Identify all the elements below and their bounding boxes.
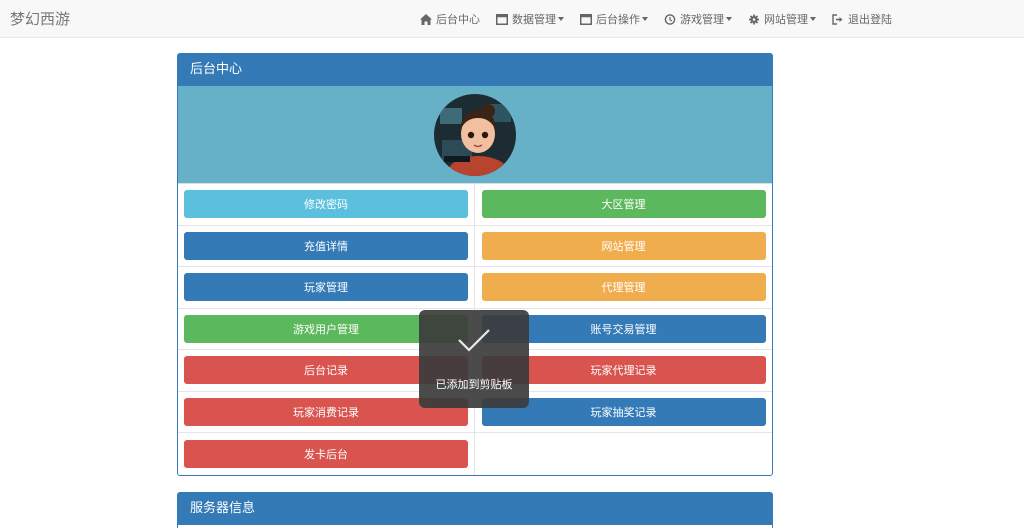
button-cell: 大区管理 bbox=[475, 184, 772, 226]
logout-icon bbox=[832, 13, 844, 25]
action-button[interactable]: 代理管理 bbox=[481, 273, 766, 302]
action-button[interactable]: 发卡后台 bbox=[184, 439, 468, 468]
top-navbar: 梦幻西游 后台中心 数据管理 后台操作 游戏管理 网站管理 退出登陆 bbox=[0, 0, 1024, 38]
avatar bbox=[434, 94, 516, 176]
check-icon bbox=[457, 328, 491, 356]
nav-item-label: 后台操作 bbox=[596, 13, 640, 26]
button-cell: 修改密码 bbox=[178, 184, 475, 226]
nav-item-label: 退出登陆 bbox=[848, 13, 892, 26]
action-button[interactable]: 修改密码 bbox=[184, 190, 468, 219]
clipboard-toast: 已添加到剪贴板 bbox=[419, 310, 529, 408]
chevron-down-icon bbox=[726, 17, 732, 21]
nav-item-game-management[interactable]: 游戏管理 bbox=[664, 11, 732, 27]
nav-item-dashboard[interactable]: 后台中心 bbox=[420, 11, 480, 27]
action-button[interactable]: 玩家管理 bbox=[184, 273, 468, 302]
toast-message: 已添加到剪贴板 bbox=[435, 378, 513, 391]
nav-item-data-management[interactable]: 数据管理 bbox=[496, 11, 564, 27]
panel-title: 后台中心 bbox=[178, 54, 772, 86]
chevron-down-icon bbox=[810, 17, 816, 21]
window-icon bbox=[580, 13, 592, 25]
button-cell: 发卡后台 bbox=[178, 433, 475, 475]
nav-item-site-management[interactable]: 网站管理 bbox=[748, 11, 816, 27]
home-icon bbox=[420, 13, 432, 25]
button-cell: 充值详情 bbox=[178, 225, 475, 267]
nav-item-logout[interactable]: 退出登陆 bbox=[832, 11, 892, 27]
server-info-panel: 服务器信息 bbox=[177, 492, 773, 528]
nav-links: 后台中心 数据管理 后台操作 游戏管理 网站管理 退出登陆 bbox=[420, 0, 908, 38]
clock-icon bbox=[664, 13, 676, 25]
panel-title: 服务器信息 bbox=[178, 493, 772, 525]
chevron-down-icon bbox=[558, 17, 564, 21]
gear-icon bbox=[748, 14, 760, 25]
nav-item-label: 游戏管理 bbox=[680, 13, 724, 26]
button-cell: 网站管理 bbox=[475, 226, 772, 267]
nav-item-label: 网站管理 bbox=[764, 13, 808, 26]
avatar-banner bbox=[178, 86, 772, 184]
chevron-down-icon bbox=[642, 17, 648, 21]
brand-title[interactable]: 梦幻西游 bbox=[10, 8, 70, 29]
action-button[interactable]: 大区管理 bbox=[481, 190, 766, 219]
dashboard-panel: 后台中心 修改密码 大区管理 充值详情 网站管理 玩家管理 代理管理 游戏用户管理 账号交易管… bbox=[177, 53, 773, 476]
window-icon bbox=[496, 13, 508, 25]
button-cell: 玩家管理 bbox=[178, 267, 475, 309]
nav-item-backend-operations[interactable]: 后台操作 bbox=[580, 11, 648, 27]
nav-item-label: 数据管理 bbox=[512, 13, 556, 26]
nav-item-label: 后台中心 bbox=[436, 13, 480, 26]
button-cell bbox=[475, 433, 772, 475]
button-cell: 代理管理 bbox=[475, 267, 772, 309]
action-button[interactable]: 充值详情 bbox=[184, 231, 468, 260]
action-button[interactable]: 网站管理 bbox=[481, 231, 766, 260]
